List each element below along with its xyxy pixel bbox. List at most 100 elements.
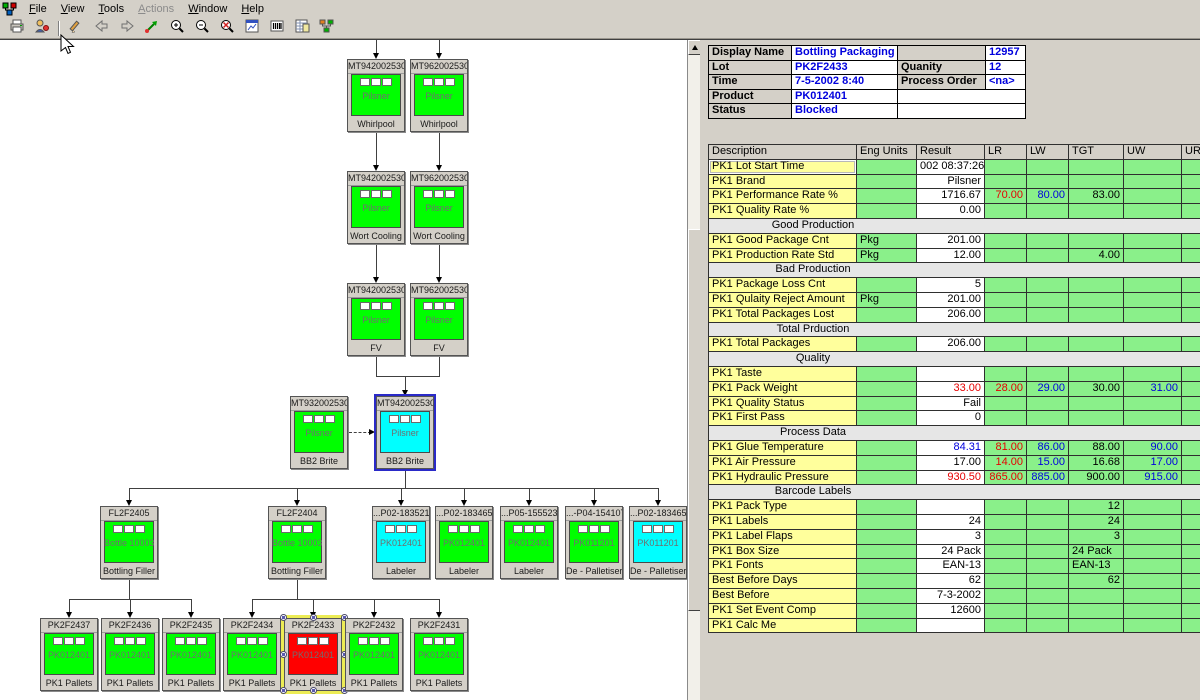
param-name-cell[interactable]: PK1 Performance Rate % — [709, 189, 857, 204]
print-button[interactable] — [4, 18, 29, 39]
diagram-node-mt942002530[interactable]: MT942002530PilsnerWort Cooling — [347, 171, 405, 244]
navigate-forward-button[interactable] — [114, 18, 139, 39]
param-name-cell[interactable]: PK1 Box Size — [709, 545, 857, 560]
status-square-icon — [113, 525, 123, 533]
diagram-node-p051555232[interactable]: ...P05-1555232PK012401Labeler — [500, 506, 558, 579]
selection-handle[interactable] — [280, 651, 287, 658]
diagram-node-pk2f2432[interactable]: PK2F2432PK012401PK1 Pallets — [345, 618, 403, 691]
node-status-body: Bottle 10003 — [104, 521, 154, 563]
node-station-label: Bottling Filler — [101, 564, 157, 578]
barcode-button[interactable] — [264, 18, 289, 39]
result-cell — [917, 367, 985, 382]
param-name-cell[interactable]: PK1 Package Loss Cnt — [709, 278, 857, 293]
param-name-cell[interactable]: PK1 Pack Type — [709, 500, 857, 515]
diagram-node-pk2f2436[interactable]: PK2F2436PK012401PK1 Pallets — [101, 618, 159, 691]
report-button[interactable] — [289, 18, 314, 39]
node-lot-id: MT942002530 — [348, 60, 404, 74]
param-name-cell[interactable]: PK1 Calc Me — [709, 619, 857, 634]
ur-cell — [1182, 545, 1200, 560]
genealogy-diagram-panel[interactable]: MT942002530PilsnerWhirlpoolMT962002530Pi… — [0, 39, 700, 700]
param-name-cell[interactable]: PK1 Labels — [709, 515, 857, 530]
column-header-tgt[interactable]: TGT — [1069, 145, 1124, 160]
diagram-node-mt932002530[interactable]: MT932002530PilsnerBB2 Brite — [290, 396, 348, 469]
scrollbar-thumb[interactable] — [688, 229, 700, 611]
menu-item-file[interactable]: File — [22, 2, 54, 16]
param-name-cell[interactable]: PK1 Production Rate Std — [709, 249, 857, 264]
selection-handle[interactable] — [280, 614, 287, 621]
edit-pencil-button[interactable] — [64, 18, 89, 39]
status-square-icon — [578, 525, 588, 533]
navigate-back-button[interactable] — [89, 18, 114, 39]
diagram-node-p04154107[interactable]: ...-P04-154107PK011201De - Palletiser — [565, 506, 623, 579]
lw-cell — [1027, 530, 1069, 545]
menu-item-window[interactable]: Window — [181, 2, 234, 16]
param-name-cell[interactable]: Best Before — [709, 589, 857, 604]
user-permissions-button[interactable] — [29, 18, 54, 39]
diagram-node-mt962002530[interactable]: MT962002530PilsnerWhirlpool — [410, 59, 468, 132]
trend-chart-button[interactable] — [239, 18, 264, 39]
selection-handle[interactable] — [280, 687, 287, 694]
diagram-node-p021834656[interactable]: ...P02-1834656PK011201De - Palletiser — [629, 506, 687, 579]
param-name-cell[interactable]: PK1 Hydraulic Pressure — [709, 471, 857, 486]
zoom-reset-button[interactable] — [214, 18, 239, 39]
param-name-cell[interactable]: PK1 Qulaity Reject Amount — [709, 293, 857, 308]
selection-handle[interactable] — [310, 687, 317, 694]
scroll-up-button[interactable] — [688, 40, 700, 55]
diagram-node-p021834656[interactable]: ...P02-1834656PK012401Labeler — [435, 506, 493, 579]
column-header-lw[interactable]: LW — [1027, 145, 1069, 160]
param-name-cell[interactable]: PK1 Taste — [709, 367, 857, 382]
param-name-cell[interactable]: PK1 Total Packages — [709, 337, 857, 352]
menu-item-tools[interactable]: Tools — [91, 2, 131, 16]
diagram-node-mt962002530[interactable]: MT962002530PilsnerWort Cooling — [410, 171, 468, 244]
section-title: Good Production — [709, 219, 917, 233]
connector-line — [405, 469, 406, 488]
lw-cell — [1027, 619, 1069, 634]
column-header-lr[interactable]: LR — [985, 145, 1027, 160]
diagram-node-mt962002530[interactable]: MT962002530PilsnerFV — [410, 283, 468, 356]
param-name-cell[interactable]: PK1 Fonts — [709, 559, 857, 574]
diagram-node-pk2f2433[interactable]: PK2F2433PK012401PK1 Pallets — [284, 618, 342, 691]
menu-item-actions[interactable]: Actions — [131, 2, 181, 16]
column-header-ur[interactable]: UR — [1182, 145, 1200, 160]
panel-splitter[interactable] — [700, 39, 708, 700]
drill-down-button[interactable] — [139, 18, 164, 39]
zoom-in-button[interactable] — [164, 18, 189, 39]
result-cell: 7-3-2002 — [917, 589, 985, 604]
diagram-node-pk2f2437[interactable]: PK2F2437PK012401PK1 Pallets — [40, 618, 98, 691]
vertical-scrollbar[interactable] — [687, 40, 700, 700]
diagram-node-fl2f2404[interactable]: FL2F2404Bottle 10003Bottling Filler — [268, 506, 326, 579]
menu-item-view[interactable]: View — [54, 2, 92, 16]
column-header-uw[interactable]: UW — [1124, 145, 1182, 160]
param-name-cell[interactable]: PK1 Label Flaps — [709, 530, 857, 545]
column-header-result[interactable]: Result — [917, 145, 985, 160]
param-name-cell[interactable]: PK1 Quality Rate % — [709, 204, 857, 219]
node-station-label: PK1 Pallets — [41, 676, 97, 690]
diagram-node-pk2f2431[interactable]: PK2F2431PK012401PK1 Pallets — [410, 618, 468, 691]
navigate-forward-icon — [119, 18, 135, 39]
diagram-node-fl2f2405[interactable]: FL2F2405Bottle 10003Bottling Filler — [100, 506, 158, 579]
diagram-node-pk2f2434[interactable]: PK2F2434PK012401PK1 Pallets — [223, 618, 281, 691]
param-name-cell[interactable]: PK1 Good Package Cnt — [709, 234, 857, 249]
diagram-node-mt942002530[interactable]: MT942002530PilsnerBB2 Brite — [376, 396, 434, 469]
param-name-cell[interactable]: PK1 Total Packages Lost — [709, 308, 857, 323]
param-name-cell[interactable]: PK1 Glue Temperature — [709, 441, 857, 456]
param-name-cell[interactable]: PK1 Brand — [709, 175, 857, 190]
param-name-cell[interactable]: PK1 Pack Weight — [709, 382, 857, 397]
param-name-cell[interactable]: Best Before Days — [709, 574, 857, 589]
selection-handle[interactable] — [310, 614, 317, 621]
param-name-cell[interactable]: PK1 First Pass — [709, 411, 857, 426]
genealogy-view-button[interactable] — [314, 18, 339, 39]
diagram-node-p021835217[interactable]: ...P02-1835217PK012401Labeler — [372, 506, 430, 579]
diagram-node-mt942002530[interactable]: MT942002530PilsnerFV — [347, 283, 405, 356]
menu-item-help[interactable]: Help — [234, 2, 271, 16]
param-name-cell[interactable]: PK1 Air Pressure — [709, 456, 857, 471]
column-header-eng-units[interactable]: Eng Units — [857, 145, 917, 160]
param-name-cell[interactable]: PK1 Quality Status — [709, 397, 857, 412]
zoom-out-button[interactable] — [189, 18, 214, 39]
param-name-cell[interactable]: PK1 Lot Start Time — [709, 160, 857, 175]
param-name-cell[interactable]: PK1 Set Event Comp — [709, 604, 857, 619]
status-square-icon — [371, 302, 381, 310]
column-header-description[interactable]: Description — [709, 145, 857, 160]
diagram-node-pk2f2435[interactable]: PK2F2435PK012401PK1 Pallets — [162, 618, 220, 691]
diagram-node-mt942002530[interactable]: MT942002530PilsnerWhirlpool — [347, 59, 405, 132]
